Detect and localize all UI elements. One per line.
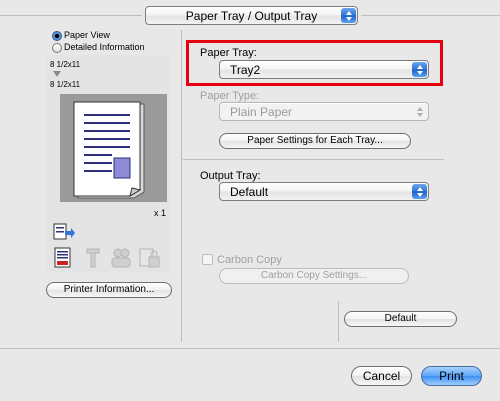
popup-arrows-icon [412, 104, 427, 119]
carbon-copy-checkbox[interactable] [202, 254, 213, 265]
default-button[interactable]: Default [344, 311, 457, 327]
paper-size-bottom: 8 1/2x11 [50, 80, 81, 89]
paper-type-popup[interactable]: Plain Paper [219, 102, 429, 121]
output-tray-label: Output Tray: [200, 170, 261, 182]
detailed-information-label[interactable]: Detailed Information [64, 42, 145, 52]
paper-view-radio[interactable] [52, 31, 62, 41]
bottom-separator [0, 348, 500, 349]
left-vertical-separator [181, 30, 182, 342]
popup-arrows-icon [412, 62, 427, 77]
carbon-copy-settings-button[interactable]: Carbon Copy Settings... [219, 268, 409, 284]
paper-settings-for-each-tray-button[interactable]: Paper Settings for Each Tray... [219, 133, 411, 149]
middle-separator [183, 159, 444, 160]
paper-type-value: Plain Paper [230, 104, 293, 119]
top-separator-right [361, 15, 500, 16]
page-preview-icon [73, 101, 145, 199]
staple-icon [86, 248, 100, 268]
paper-view-label[interactable]: Paper View [64, 30, 110, 40]
document-icon [54, 247, 71, 268]
print-button[interactable]: Print [421, 366, 482, 386]
right-vertical-separator [338, 301, 339, 342]
paper-tray-value: Tray2 [230, 62, 261, 77]
size-arrow-icon [53, 71, 61, 77]
copies-count: x 1 [154, 208, 167, 218]
secure-print-icon [139, 248, 160, 268]
top-separator-left [0, 15, 142, 16]
cancel-button[interactable]: Cancel [351, 366, 412, 386]
detailed-information-radio[interactable] [52, 43, 62, 53]
popup-arrows-icon [412, 184, 427, 199]
users-icon [111, 248, 131, 268]
popup-arrows-icon [341, 8, 356, 23]
output-tray-icon [53, 223, 75, 240]
paper-type-label: Paper Type: [200, 90, 260, 102]
paper-tray-label: Paper Tray: [200, 47, 257, 59]
section-selector-value: Paper Tray / Output Tray [185, 8, 318, 23]
carbon-copy-label[interactable]: Carbon Copy [217, 254, 282, 266]
output-tray-value: Default [230, 184, 269, 199]
section-selector-popup[interactable]: Paper Tray / Output Tray [145, 6, 358, 25]
printer-information-button[interactable]: Printer Information... [46, 282, 172, 298]
paper-size-top: 8 1/2x11 [50, 60, 81, 69]
output-tray-popup[interactable]: Default [219, 182, 429, 201]
paper-tray-popup[interactable]: Tray2 [219, 60, 429, 79]
